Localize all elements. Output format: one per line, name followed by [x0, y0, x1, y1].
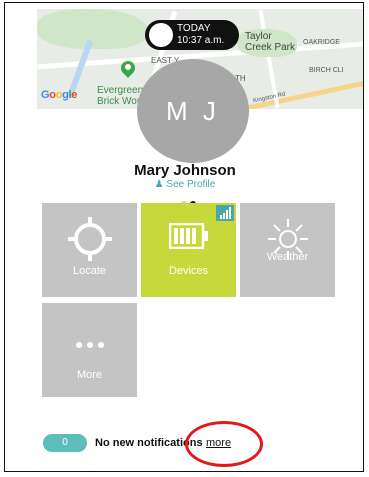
highlight-circle: [185, 421, 263, 467]
clock-toggle-icon: [149, 23, 173, 47]
map-label: Creek Park: [245, 42, 296, 53]
signal-icon: [216, 205, 234, 221]
tile-label: Devices: [168, 265, 209, 277]
map-label: OAKRIDGE: [303, 39, 340, 46]
google-logo: Google: [41, 89, 78, 101]
tile-label: More: [76, 369, 103, 381]
map-label: BIRCH CLI: [309, 67, 344, 74]
map-label: Evergreen: [97, 85, 144, 96]
time-indicator: TODAY 10:37 a.m.: [145, 20, 239, 50]
tile-devices[interactable]: Devices: [141, 203, 236, 297]
person-icon: ♟: [154, 179, 164, 190]
notification-count-badge: 0: [43, 434, 87, 452]
battery-icon: [168, 223, 208, 249]
more-dots-icon: [75, 342, 104, 348]
crosshair-icon: [67, 217, 112, 261]
tile-more[interactable]: More: [42, 303, 137, 397]
see-profile-link[interactable]: ♟ See Profile: [5, 179, 363, 190]
app-screen: Taylor Creek Park OAKRIDGE BIRCH CLI EAS…: [4, 2, 364, 472]
tile-label: Locate: [72, 265, 107, 277]
tile-label: Weather: [266, 251, 309, 263]
time-clock: 10:37 a.m.: [177, 35, 225, 46]
tile-locate[interactable]: Locate: [42, 203, 137, 297]
avatar[interactable]: M J: [137, 59, 249, 163]
time-day: TODAY: [177, 23, 211, 34]
tile-weather[interactable]: Weather: [240, 203, 335, 297]
map-label: Taylor: [245, 31, 272, 42]
user-name: Mary Johnson: [134, 162, 236, 179]
